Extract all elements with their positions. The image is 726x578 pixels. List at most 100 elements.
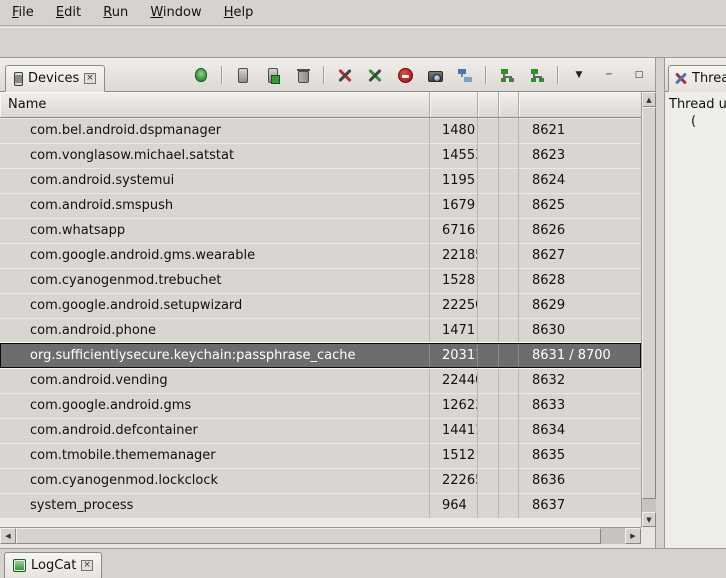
process-name: com.android.defcontainer — [0, 418, 430, 443]
process-port: 8630 — [519, 318, 641, 343]
stop-process-button[interactable] — [395, 65, 415, 85]
process-port: 8627 — [519, 243, 641, 268]
menu-run[interactable]: Run — [94, 0, 137, 25]
process-pid: 1528 — [430, 268, 478, 293]
debug-process-button[interactable] — [191, 65, 211, 85]
debug-process-icon — [195, 68, 207, 82]
table-row[interactable]: org.sufficientlysecure.keychain:passphra… — [0, 343, 641, 368]
scroll-right-button[interactable]: ▶ — [625, 528, 641, 544]
process-name: system_process — [0, 493, 430, 518]
process-pid: 964 — [430, 493, 478, 518]
cell-empty-2 — [499, 293, 519, 318]
menu-file[interactable]: File — [3, 0, 43, 25]
main-toolbar — [0, 27, 726, 58]
table-row[interactable]: com.google.android.gms 12623 8633 — [0, 393, 641, 418]
view-menu-icon[interactable]: ▼ — [569, 65, 589, 85]
process-pid: 1471 — [430, 318, 478, 343]
cell-empty-1 — [478, 343, 499, 368]
menu-window[interactable]: Window — [141, 0, 210, 25]
table-row[interactable]: com.android.defcontainer 14411 8634 — [0, 418, 641, 443]
table-row[interactable]: com.android.phone 1471 8630 — [0, 318, 641, 343]
table-row[interactable]: com.tmobile.thememanager 1512 8635 — [0, 443, 641, 468]
cell-empty-2 — [499, 168, 519, 193]
logcat-strip: LogCat × — [0, 548, 726, 577]
menu-help[interactable]: Help — [215, 0, 263, 25]
process-name: org.sufficientlysecure.keychain:passphra… — [0, 343, 430, 368]
hierarchy-view-button[interactable] — [497, 65, 517, 85]
table-row[interactable]: com.android.vending 22440 8632 — [0, 368, 641, 393]
table-row[interactable]: com.android.smspush 1679 8625 — [0, 193, 641, 218]
process-name: com.google.android.gms — [0, 393, 430, 418]
toolbar-separator — [323, 66, 325, 84]
cell-empty-1 — [478, 243, 499, 268]
cell-empty-1 — [478, 368, 499, 393]
column-header-pid[interactable] — [430, 92, 478, 117]
table-row[interactable]: com.vonglasow.michael.satstat 14553 8623 — [0, 143, 641, 168]
tree-view-button[interactable] — [527, 65, 547, 85]
scroll-down-button[interactable]: ▼ — [642, 512, 656, 527]
table-row[interactable]: com.bel.android.dspmanager 1480 8621 — [0, 118, 641, 143]
dump-hprof-button[interactable] — [263, 65, 283, 85]
tab-logcat[interactable]: LogCat × — [4, 552, 102, 578]
cell-empty-2 — [499, 143, 519, 168]
process-pid: 22250 — [430, 293, 478, 318]
table-row[interactable]: com.cyanogenmod.lockclock 22265 8636 — [0, 468, 641, 493]
toolbar-separator — [485, 66, 487, 84]
horizontal-scrollbar-thumb[interactable] — [16, 528, 601, 544]
devices-panel: Devices × — [0, 58, 656, 548]
column-header-empty-1[interactable] — [478, 92, 499, 117]
start-method-profiling-button[interactable] — [365, 65, 385, 85]
process-pid: 12623 — [430, 393, 478, 418]
process-pid: 1195 — [430, 168, 478, 193]
menu-edit[interactable]: Edit — [47, 0, 90, 25]
cell-empty-1 — [478, 143, 499, 168]
close-icon[interactable]: × — [84, 73, 96, 84]
hierarchy-view-icon — [501, 69, 514, 82]
cell-empty-1 — [478, 493, 499, 518]
cause-gc-button[interactable] — [293, 65, 313, 85]
cell-empty-1 — [478, 318, 499, 343]
logcat-tab-label: LogCat — [31, 558, 76, 573]
process-pid: 1512 — [430, 443, 478, 468]
process-port: 8633 — [519, 393, 641, 418]
scroll-left-button[interactable]: ◀ — [0, 528, 16, 544]
update-threads-button[interactable] — [335, 65, 355, 85]
process-port: 8636 — [519, 468, 641, 493]
screen-capture-button[interactable] — [425, 65, 445, 85]
column-header-name[interactable]: Name — [0, 92, 430, 117]
vertical-scrollbar-thumb[interactable] — [642, 107, 656, 499]
threads-icon — [675, 73, 687, 84]
horizontal-scrollbar[interactable]: ◀ ▶ — [0, 527, 641, 544]
cell-empty-2 — [499, 418, 519, 443]
minimize-icon[interactable]: ─ — [599, 65, 619, 85]
table-row[interactable]: com.whatsapp 6716 8626 — [0, 218, 641, 243]
update-heap-button[interactable] — [233, 65, 253, 85]
table-row[interactable]: system_process 964 8637 — [0, 493, 641, 518]
table-row[interactable]: com.android.systemui 1195 8624 — [0, 168, 641, 193]
dump-view-hierarchy-button[interactable] — [455, 65, 475, 85]
process-port: 8629 — [519, 293, 641, 318]
cell-empty-1 — [478, 293, 499, 318]
column-header-empty-2[interactable] — [499, 92, 519, 117]
tab-devices[interactable]: Devices × — [5, 65, 105, 92]
process-name: com.vonglasow.michael.satstat — [0, 143, 430, 168]
maximize-icon[interactable]: □ — [629, 65, 649, 85]
process-table-body: com.bel.android.dspmanager 1480 8621 com… — [0, 118, 641, 518]
table-row[interactable]: com.google.android.gms.wearable 22185 86… — [0, 243, 641, 268]
threads-message: Thread up ( — [665, 92, 726, 548]
process-pid: 22265 — [430, 468, 478, 493]
process-port: 8621 — [519, 118, 641, 143]
vertical-scrollbar-track[interactable] — [642, 499, 656, 512]
process-name: com.android.vending — [0, 368, 430, 393]
column-header-port[interactable] — [519, 92, 641, 117]
tab-threads[interactable]: Threa — [668, 65, 726, 92]
horizontal-scrollbar-track[interactable] — [601, 528, 625, 544]
table-row[interactable]: com.cyanogenmod.trebuchet 1528 8628 — [0, 268, 641, 293]
devices-tab-label: Devices — [28, 71, 79, 86]
vertical-scrollbar[interactable]: ▲ ▼ — [641, 92, 656, 527]
table-row[interactable]: com.google.android.setupwizard 22250 862… — [0, 293, 641, 318]
close-icon[interactable]: × — [81, 560, 93, 571]
process-name: com.android.systemui — [0, 168, 430, 193]
process-pid: 14411 — [430, 418, 478, 443]
scroll-up-button[interactable]: ▲ — [642, 92, 656, 107]
